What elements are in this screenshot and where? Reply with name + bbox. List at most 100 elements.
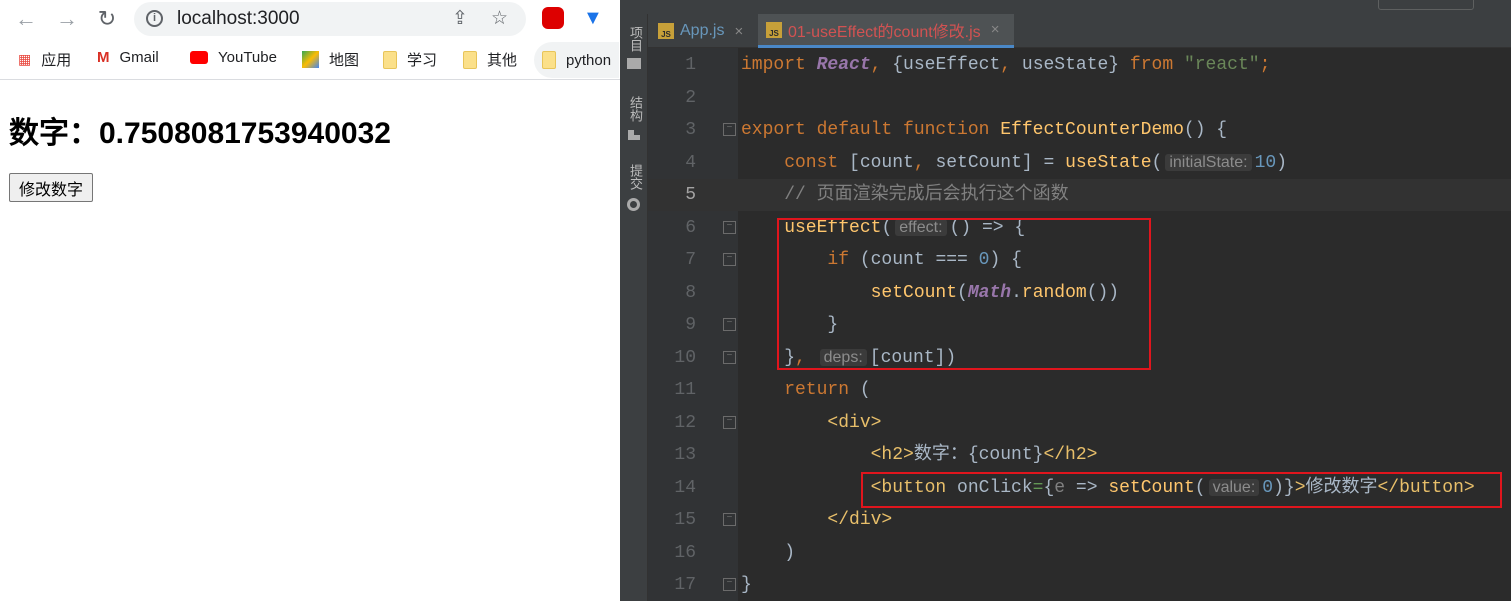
- tool-project[interactable]: 项目: [626, 26, 645, 52]
- fold-open-icon[interactable]: −: [723, 253, 736, 266]
- code-token: <div>: [741, 412, 882, 433]
- code-line[interactable]: 1 import React, {useEffect, useState} fro…: [648, 49, 1511, 81]
- fold-open-icon[interactable]: −: [723, 415, 736, 429]
- code-token: }: [741, 575, 752, 595]
- fold-close-icon[interactable]: −: [723, 318, 736, 331]
- bookmark-label: YouTube: [218, 49, 277, 66]
- close-icon[interactable]: ×: [991, 21, 1000, 38]
- highlight-box-button: [861, 472, 1502, 508]
- folder-icon: [463, 50, 477, 69]
- code-token: import: [741, 55, 817, 75]
- close-icon[interactable]: ×: [734, 23, 743, 40]
- fold-open-icon[interactable]: −: [723, 123, 736, 136]
- code-text: <div>: [741, 407, 881, 439]
- code-line[interactable]: 2: [648, 82, 1511, 114]
- line-number: 16: [674, 542, 696, 563]
- folder-icon: [542, 51, 556, 69]
- bookmark-label: 应用: [41, 52, 72, 69]
- code-token: <h2>: [741, 445, 914, 465]
- tab-app-js[interactable]: JS App.js ×: [650, 14, 751, 48]
- code-line[interactable]: 3 − export default function EffectCounterD…: [648, 114, 1511, 146]
- fold-close-icon[interactable]: −: [723, 578, 736, 591]
- tool-commit[interactable]: 提交: [626, 164, 645, 190]
- browser-toolbar: ← → ↻ i localhost:3000 ⇪ ☆ ▼: [0, 0, 620, 38]
- code-text: import React, {useEffect, useState} from…: [741, 49, 1270, 81]
- code-text: return (: [741, 374, 871, 406]
- code-text: ): [741, 537, 795, 569]
- code-token: ): [741, 542, 796, 563]
- info-icon[interactable]: i: [146, 10, 163, 27]
- back-icon[interactable]: ←: [13, 6, 39, 32]
- change-number-button[interactable]: 修改数字: [9, 173, 94, 202]
- code-line[interactable]: 16 ): [648, 537, 1511, 569]
- bookmark-folder-other[interactable]: 其他: [463, 49, 517, 70]
- line-number: 13: [674, 445, 696, 465]
- tab-label: App.js: [680, 22, 725, 39]
- bookmark-label: 其他: [487, 52, 518, 69]
- line-number: 11: [674, 380, 696, 400]
- code-text: }: [741, 569, 752, 601]
- adblock-extension-icon[interactable]: [542, 7, 564, 29]
- line-number: 14: [674, 477, 696, 498]
- maps-icon: [302, 51, 319, 68]
- js-file-icon: JS: [658, 23, 674, 39]
- forward-icon[interactable]: →: [54, 6, 80, 32]
- line-number: 8: [685, 282, 696, 303]
- line-number: 9: [685, 315, 696, 335]
- bookmark-folder-python[interactable]: python: [534, 42, 620, 78]
- fold-open-icon[interactable]: −: [723, 220, 736, 234]
- code-token: </div>: [741, 510, 893, 530]
- bookmark-folder-study[interactable]: 学习: [383, 49, 437, 70]
- js-file-icon: JS: [766, 21, 782, 38]
- count-heading: 数字：0.7508081753940032: [9, 117, 391, 150]
- share-icon[interactable]: ⇪: [452, 7, 468, 30]
- tool-structure[interactable]: 结构: [626, 96, 645, 122]
- bookmark-maps[interactable]: 地图: [302, 49, 359, 70]
- structure-icon: [628, 130, 640, 140]
- extension-icon[interactable]: ▼: [583, 7, 605, 29]
- code-line[interactable]: 11 return (: [648, 374, 1511, 406]
- code-line[interactable]: 4 const [count, setCount] = useState(ini…: [648, 147, 1511, 179]
- browser-window: ← → ↻ i localhost:3000 ⇪ ☆ ▼ ▦ 应用 M Gmail …: [0, 0, 620, 601]
- bookmark-youtube[interactable]: YouTube: [190, 49, 277, 66]
- star-icon[interactable]: ☆: [491, 7, 508, 30]
- url-text[interactable]: localhost:3000: [177, 8, 300, 30]
- code-line[interactable]: 15 − </div>: [648, 504, 1511, 536]
- folder-icon: [627, 58, 641, 69]
- line-number: 10: [674, 347, 696, 368]
- code-token: 数字：: [913, 445, 968, 465]
- code-line[interactable]: 13 <h2>数字：{count}</h2>: [648, 439, 1511, 471]
- code-token: ): [1276, 152, 1287, 173]
- code-token: ;: [1259, 55, 1271, 75]
- address-bar[interactable]: i localhost:3000 ⇪ ☆: [134, 2, 526, 36]
- code-token: (: [859, 380, 871, 400]
- code-line[interactable]: 12 − <div>: [648, 407, 1511, 439]
- tab-label: 01-useEffect的count修改.js: [788, 23, 981, 41]
- code-line[interactable]: 5 // 页面渲染完成后会执行这个函数: [648, 179, 1511, 211]
- fold-close-icon[interactable]: −: [723, 513, 736, 526]
- bookmark-label: 地图: [329, 52, 360, 69]
- youtube-icon: [190, 51, 208, 64]
- commit-icon: [627, 198, 640, 211]
- fold-close-icon[interactable]: −: [723, 350, 736, 364]
- run-config-button[interactable]: [1378, 0, 1474, 10]
- line-number: 4: [685, 152, 696, 173]
- code-token: export default function: [741, 120, 1001, 140]
- bookmark-apps[interactable]: ▦ 应用: [18, 49, 71, 70]
- code-line[interactable]: 17 −}: [648, 569, 1511, 601]
- code-text: // 页面渲染完成后会执行这个函数: [741, 179, 1068, 211]
- reload-icon[interactable]: ↻: [94, 6, 120, 32]
- code-token: </h2>: [1043, 445, 1098, 465]
- tab-useeffect-count[interactable]: JS 01-useEffect的count修改.js ×: [758, 14, 1014, 48]
- bookmark-label: 学习: [407, 52, 438, 69]
- gmail-icon: M: [97, 49, 110, 66]
- code-token: useState}: [1021, 55, 1130, 75]
- code-text: </div>: [741, 504, 892, 536]
- ide-window: 项目 结构 提交 JS App.js × JS 01-useEffect的count修…: [620, 0, 1511, 601]
- code-token: {useEffect: [892, 55, 1001, 75]
- bookmark-gmail[interactable]: M Gmail: [97, 49, 159, 66]
- code-token: 10: [1254, 152, 1277, 173]
- line-number: 12: [674, 412, 696, 433]
- line-number: 6: [685, 217, 696, 238]
- highlight-box-useeffect: [777, 218, 1151, 370]
